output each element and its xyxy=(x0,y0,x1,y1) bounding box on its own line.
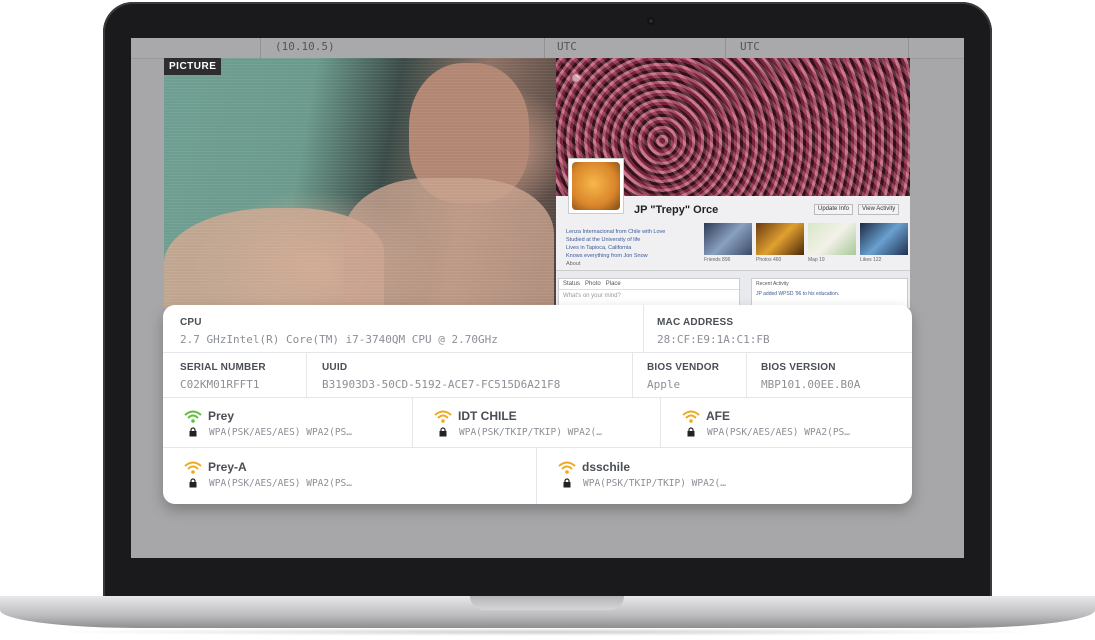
thumb-label: Likes 122 xyxy=(860,257,882,263)
status-box: Status Photo Place What's on your mind? xyxy=(558,278,740,308)
divider xyxy=(746,352,747,397)
table-divider xyxy=(908,38,909,58)
status-tab: Photo xyxy=(585,281,601,287)
laptop-screen: (10.10.5) UTC UTC PICTURE JP "Trepy" Orc… xyxy=(131,38,964,558)
camera-icon xyxy=(647,17,655,25)
device-info-card: CPU 2.7 GHzIntel(R) Core(TM) i7-3740QM C… xyxy=(163,305,912,504)
table-divider xyxy=(544,38,545,58)
divider xyxy=(536,447,537,504)
info-line: Studied at the University of life xyxy=(566,237,641,243)
wifi-icon xyxy=(434,410,452,423)
view-activity-button: View Activity xyxy=(858,204,900,215)
info-line: Knows everything from Jon Snow xyxy=(566,253,648,259)
info-line: Lives in Tapioca, California xyxy=(566,245,632,251)
thumb-label: Friends 896 xyxy=(704,257,731,263)
background-table-row: (10.10.5) UTC UTC xyxy=(131,38,964,59)
network-security: WPA(PSK/AES/AES) WPA2(PS… xyxy=(209,427,352,438)
network-security: WPA(PSK/TKIP/TKIP) WPA2(… xyxy=(583,478,726,489)
profile-name: JP "Trepy" Orce xyxy=(634,204,719,216)
network-ssid: IDT CHILE xyxy=(458,409,517,423)
wifi-icon xyxy=(184,461,202,474)
about-link: About xyxy=(566,261,581,267)
divider xyxy=(632,352,633,397)
wifi-icon xyxy=(558,461,576,474)
network-security: WPA(PSK/AES/AES) WPA2(PS… xyxy=(209,478,352,489)
serial-number-label: SERIAL NUMBER xyxy=(180,362,266,373)
network-security: WPA(PSK/TKIP/TKIP) WPA2(… xyxy=(459,427,602,438)
bios-version-value: MBP101.00EE.B0A xyxy=(761,378,861,391)
lock-icon xyxy=(563,478,571,488)
avatar-image xyxy=(572,162,620,210)
photos-thumb xyxy=(756,223,804,255)
thumb-label: Map 19 xyxy=(808,257,825,263)
status-tab: Place xyxy=(605,281,621,287)
network-ssid: dsschile xyxy=(582,460,631,474)
webcam-picture[interactable] xyxy=(164,58,556,308)
network-ssid: Prey-A xyxy=(208,460,247,474)
laptop-notch xyxy=(470,596,624,610)
network-security: WPA(PSK/AES/AES) WPA2(PS… xyxy=(707,427,850,438)
lock-icon xyxy=(687,427,695,437)
profile-info: Lenza Internacional from Chile with Love… xyxy=(566,228,696,268)
profile-avatar xyxy=(568,158,624,214)
recent-activity-text: JP added WPSD '96 to his education. xyxy=(756,291,840,297)
cpu-value: 2.7 GHzIntel(R) Core(TM) i7-3740QM CPU @… xyxy=(180,333,498,346)
network-ssid: AFE xyxy=(706,409,730,423)
table-divider xyxy=(260,38,261,58)
mac-address-value: 28:CF:E9:1A:C1:FB xyxy=(657,333,770,346)
wifi-icon xyxy=(184,410,202,423)
screenshot-picture[interactable]: JP "Trepy" Orce Update Info View Activit… xyxy=(556,58,910,308)
laptop-shadow xyxy=(40,628,1055,636)
timezone-cell: UTC xyxy=(740,40,760,53)
lock-icon xyxy=(189,478,197,488)
map-thumb xyxy=(808,223,856,255)
update-info-button: Update Info xyxy=(814,204,854,215)
uuid-value: B31903D3-50CD-5192-ACE7-FC515D6A21F8 xyxy=(322,378,561,391)
divider xyxy=(643,305,644,352)
wifi-icon xyxy=(682,410,700,423)
serial-number-value: C02KM01RFFT1 xyxy=(180,378,260,391)
os-version-cell: (10.10.5) xyxy=(275,40,335,53)
divider xyxy=(163,397,912,398)
status-tab: Status xyxy=(563,281,581,287)
divider xyxy=(163,447,912,448)
divider xyxy=(306,352,307,397)
recent-activity-title: Recent Activity xyxy=(756,281,789,287)
info-line: Lenza Internacional from Chile with Love xyxy=(566,229,666,235)
picture-label: PICTURE xyxy=(164,58,222,75)
network-ssid: Prey xyxy=(208,409,235,423)
status-tabs: Status Photo Place xyxy=(559,279,739,290)
table-divider xyxy=(725,38,726,58)
bios-version-label: BIOS VERSION xyxy=(761,362,836,373)
timezone-cell: UTC xyxy=(557,40,577,53)
lock-icon xyxy=(439,427,447,437)
status-placeholder: What's on your mind? xyxy=(563,293,621,299)
bios-vendor-value: Apple xyxy=(647,378,681,391)
uuid-label: UUID xyxy=(322,362,348,373)
bios-vendor-label: BIOS VENDOR xyxy=(647,362,720,373)
lock-icon xyxy=(189,427,197,437)
thumb-label: Photos 460 xyxy=(756,257,782,263)
friends-thumb xyxy=(704,223,752,255)
likes-thumb xyxy=(860,223,908,255)
cpu-label: CPU xyxy=(180,317,202,328)
divider xyxy=(660,397,661,447)
divider xyxy=(163,352,912,353)
recent-activity: Recent Activity JP added WPSD '96 to his… xyxy=(751,278,908,308)
divider xyxy=(412,397,413,447)
photo-scanlines xyxy=(164,58,556,308)
mac-address-label: MAC ADDRESS xyxy=(657,317,734,328)
